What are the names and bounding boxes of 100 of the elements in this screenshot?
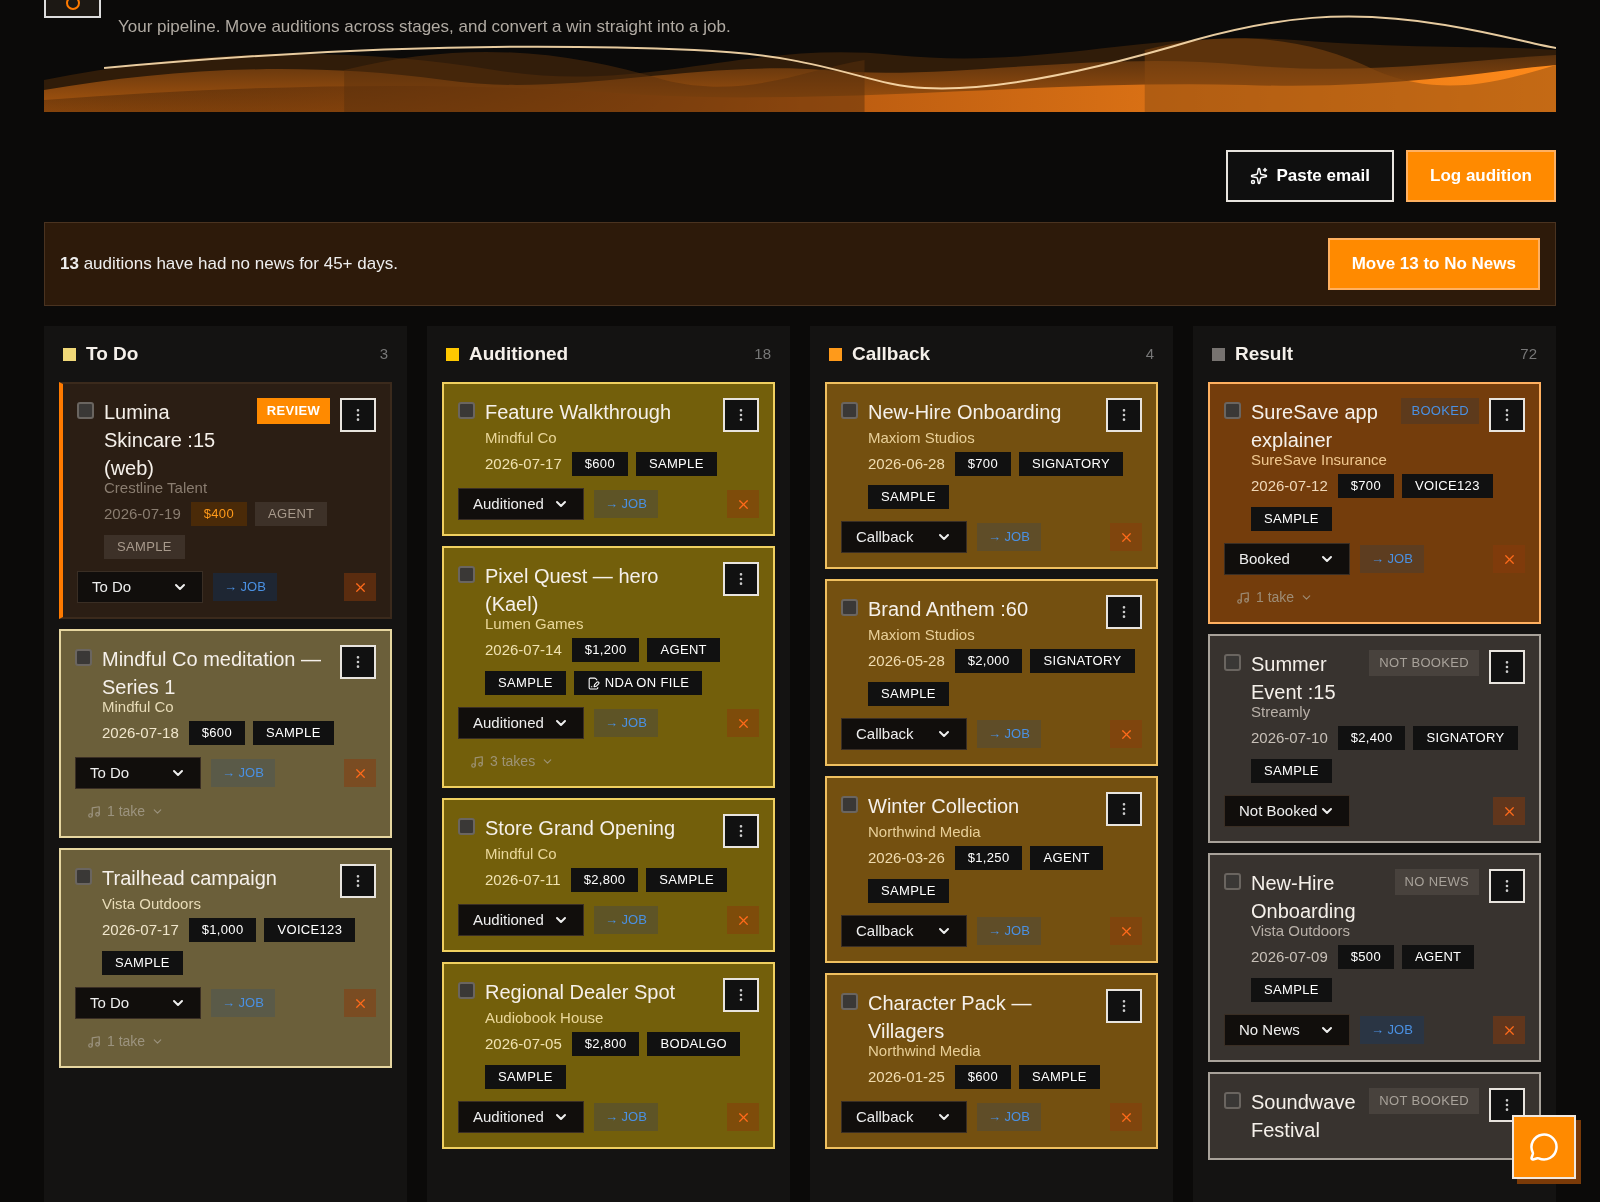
select-checkbox[interactable] xyxy=(1224,402,1241,419)
stage-dropdown[interactable]: No News xyxy=(1224,1014,1350,1046)
more-menu-button[interactable] xyxy=(340,645,376,679)
label-tag: SAMPLE xyxy=(1251,978,1332,1002)
label-tag: SAMPLE xyxy=(635,452,717,476)
select-checkbox[interactable] xyxy=(75,649,92,666)
convert-job-button[interactable]: → JOB xyxy=(211,759,275,787)
select-checkbox[interactable] xyxy=(77,402,94,419)
remove-button[interactable] xyxy=(344,759,376,787)
select-checkbox[interactable] xyxy=(841,402,858,419)
remove-button[interactable] xyxy=(1493,797,1525,825)
more-menu-button[interactable] xyxy=(1106,792,1142,826)
stage-dropdown[interactable]: To Do xyxy=(75,757,201,789)
remove-button[interactable] xyxy=(1110,523,1142,551)
label-tag: SAMPLE xyxy=(485,671,566,695)
convert-job-button[interactable]: → JOB xyxy=(977,523,1041,551)
label-tag: SAMPLE xyxy=(1251,759,1332,783)
convert-job-button[interactable]: → JOB xyxy=(977,917,1041,945)
remove-button[interactable] xyxy=(1493,545,1525,573)
more-menu-button[interactable] xyxy=(1489,1088,1525,1122)
more-menu-button[interactable] xyxy=(1489,398,1525,432)
more-menu-button[interactable] xyxy=(723,562,759,596)
takes-toggle[interactable]: 1 take xyxy=(87,801,165,822)
select-checkbox[interactable] xyxy=(458,818,475,835)
price-tag: $2,800 xyxy=(570,868,639,892)
label-tag: AGENT xyxy=(1401,945,1475,969)
remove-button[interactable] xyxy=(727,1103,759,1131)
stage-dropdown[interactable]: To Do xyxy=(75,987,201,1019)
remove-button[interactable] xyxy=(344,989,376,1017)
more-menu-button[interactable] xyxy=(723,814,759,848)
stage-dropdown[interactable]: To Do xyxy=(77,571,203,603)
select-checkbox[interactable] xyxy=(1224,1092,1241,1109)
stage-dropdown[interactable]: Booked xyxy=(1224,543,1350,575)
label-tag: BODALGO xyxy=(647,1032,741,1056)
convert-job-button[interactable]: → JOB xyxy=(1360,1016,1424,1044)
stage-dropdown[interactable]: Auditioned xyxy=(458,1101,584,1133)
more-menu-button[interactable] xyxy=(1106,989,1142,1023)
select-checkbox[interactable] xyxy=(1224,654,1241,671)
stage-dropdown[interactable]: Callback xyxy=(841,521,967,553)
column-title: To Do xyxy=(86,341,139,366)
convert-job-button[interactable]: → JOB xyxy=(1360,545,1424,573)
log-audition-button[interactable]: Log audition xyxy=(1406,150,1556,202)
column-count: 18 xyxy=(754,343,771,364)
more-menu-button[interactable] xyxy=(723,398,759,432)
stage-dropdown[interactable]: Callback xyxy=(841,1101,967,1133)
convert-job-button[interactable]: → JOB xyxy=(977,1103,1041,1131)
document-icon xyxy=(586,676,600,690)
takes-toggle[interactable]: 1 take xyxy=(87,1031,165,1052)
more-menu-button[interactable] xyxy=(1489,650,1525,684)
convert-job-button[interactable]: → JOB xyxy=(594,490,658,518)
sparkle-icon xyxy=(1250,167,1269,185)
move-no-news-button[interactable]: Move 13 to No News xyxy=(1327,238,1540,290)
remove-button[interactable] xyxy=(1493,1016,1525,1044)
convert-job-button[interactable]: → JOB xyxy=(211,989,275,1017)
remove-button[interactable] xyxy=(344,573,376,601)
paste-email-button[interactable]: Paste email xyxy=(1226,150,1394,202)
price-tag: $1,250 xyxy=(954,846,1023,870)
takes-toggle[interactable]: 3 takes xyxy=(470,751,555,772)
label-tag: AGENT xyxy=(1030,846,1103,870)
more-menu-button[interactable] xyxy=(723,978,759,1012)
card-title: Lumina Skincare :15 (web) xyxy=(104,400,217,481)
stage-dropdown[interactable]: Auditioned xyxy=(458,904,584,936)
remove-button[interactable] xyxy=(727,709,759,737)
price-tag: $1,000 xyxy=(188,918,257,942)
stage-dropdown[interactable]: Callback xyxy=(841,718,967,750)
remove-button[interactable] xyxy=(1110,1103,1142,1131)
select-checkbox[interactable] xyxy=(458,566,475,583)
stage-dropdown[interactable]: Auditioned xyxy=(458,707,584,739)
remove-button[interactable] xyxy=(727,490,759,518)
select-checkbox[interactable] xyxy=(75,868,92,885)
select-checkbox[interactable] xyxy=(841,599,858,616)
label-tag: NDA ON FILE xyxy=(573,671,703,695)
select-checkbox[interactable] xyxy=(1224,873,1241,890)
column-count: 72 xyxy=(1520,343,1537,364)
remove-button[interactable] xyxy=(1110,720,1142,748)
convert-job-button[interactable]: → JOB xyxy=(213,573,277,601)
card-title: New-Hire Onboarding xyxy=(868,400,1063,425)
remove-button[interactable] xyxy=(1110,917,1142,945)
convert-job-button[interactable]: → JOB xyxy=(977,720,1041,748)
convert-job-button[interactable]: → JOB xyxy=(594,709,658,737)
more-menu-button[interactable] xyxy=(1106,398,1142,432)
label-tag: SAMPLE xyxy=(646,868,728,892)
takes-toggle[interactable]: 1 take xyxy=(1236,587,1314,608)
more-menu-button[interactable] xyxy=(340,398,376,432)
convert-job-button[interactable]: → JOB xyxy=(594,1103,658,1131)
stage-dropdown[interactable]: Not Booked xyxy=(1224,795,1350,827)
stage-dropdown[interactable]: Callback xyxy=(841,915,967,947)
music-note-icon xyxy=(87,804,101,819)
client-name: Maxiom Studios xyxy=(868,626,975,643)
more-menu-button[interactable] xyxy=(340,864,376,898)
convert-job-button[interactable]: → JOB xyxy=(594,906,658,934)
select-checkbox[interactable] xyxy=(458,402,475,419)
client-name: Crestline Talent xyxy=(104,479,208,496)
more-menu-button[interactable] xyxy=(1489,869,1525,903)
remove-button[interactable] xyxy=(727,906,759,934)
stage-dropdown[interactable]: Auditioned xyxy=(458,488,584,520)
select-checkbox[interactable] xyxy=(841,993,858,1010)
select-checkbox[interactable] xyxy=(841,796,858,813)
more-menu-button[interactable] xyxy=(1106,595,1142,629)
select-checkbox[interactable] xyxy=(458,982,475,999)
